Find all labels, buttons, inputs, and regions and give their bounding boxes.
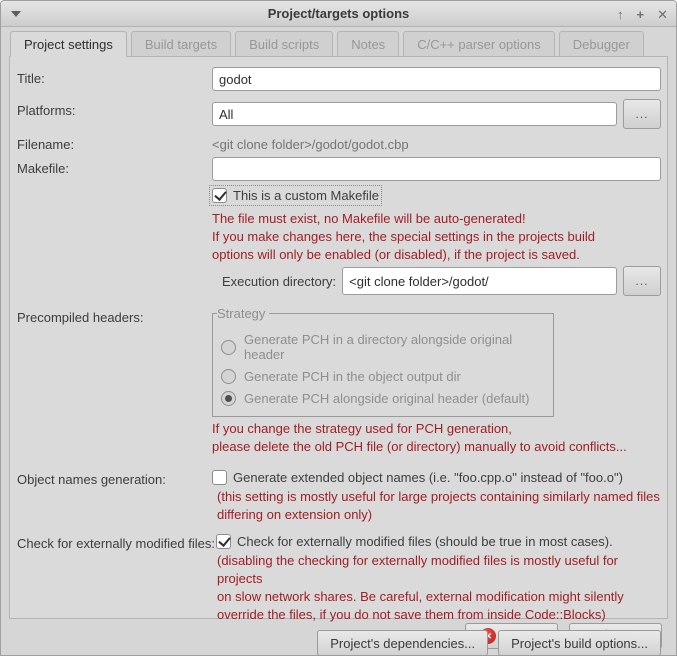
title-label: Title: (17, 67, 212, 86)
pch-radio-object-output: Generate PCH in the object output dir (221, 369, 543, 384)
external-check-checkbox-label: Check for externally modified files (sho… (237, 534, 613, 549)
window-menu-icon[interactable] (11, 11, 21, 17)
pch-radio-alongside-default-label: Generate PCH alongside original header (… (244, 391, 529, 406)
makefile-label: Makefile: (17, 157, 212, 176)
pch-radio-object-output-label: Generate PCH in the object output dir (244, 369, 461, 384)
custom-makefile-checkbox[interactable]: This is a custom Makefile (212, 188, 379, 203)
window-title: Project/targets options (268, 6, 410, 21)
project-build-options-button[interactable]: Project's build options... (498, 630, 661, 656)
filename-value: <git clone folder>/godot/godot.cbp (212, 133, 661, 152)
makefile-warning-text: The file must exist, no Makefile will be… (212, 210, 661, 264)
pch-radio-directory-alongside-label: Generate PCH in a directory alongside or… (244, 332, 543, 362)
precompiled-headers-label: Precompiled headers: (17, 306, 212, 325)
execution-directory-input[interactable] (342, 267, 617, 295)
pch-warning-text: If you change the strategy used for PCH … (212, 420, 661, 456)
makefile-input[interactable] (212, 157, 661, 181)
custom-makefile-checkbox-label: This is a custom Makefile (233, 188, 379, 203)
custom-makefile-checkbox-box[interactable] (212, 188, 227, 203)
object-names-note: (this setting is mostly useful for large… (217, 488, 661, 524)
title-input[interactable] (212, 67, 661, 91)
filename-label: Filename: (17, 133, 212, 152)
object-names-label: Object names generation: (17, 468, 212, 487)
platforms-input[interactable] (212, 102, 617, 126)
platforms-label: Platforms: (17, 99, 212, 118)
pch-strategy-group-label: Strategy (217, 306, 269, 321)
tab-cpp-parser-options[interactable]: C/C++ parser options (403, 31, 555, 57)
execution-directory-browse-button[interactable]: ... (623, 266, 661, 296)
external-check-checkbox-box[interactable] (216, 534, 231, 549)
extended-object-names-checkbox[interactable]: Generate extended object names (i.e. "fo… (212, 468, 661, 485)
pch-radio-alongside-default: Generate PCH alongside original header (… (221, 391, 543, 406)
pch-radio-alongside-default-button (221, 391, 236, 406)
project-settings-page: Title: Platforms: ... Filename: <git clo… (9, 56, 668, 619)
external-check-label: Check for externally modified files: (17, 532, 216, 551)
pch-radio-object-output-button (221, 369, 236, 384)
maximize-icon[interactable]: + (637, 8, 645, 21)
tab-build-targets[interactable]: Build targets (131, 31, 231, 57)
external-check-note: (disabling the checking for externally m… (217, 552, 661, 624)
extended-object-names-checkbox-box[interactable] (212, 470, 227, 485)
pch-radio-directory-alongside: Generate PCH in a directory alongside or… (221, 332, 543, 362)
tab-project-settings[interactable]: Project settings (10, 31, 127, 57)
shade-icon[interactable]: ↑ (617, 8, 624, 21)
close-icon[interactable]: ✕ (657, 8, 668, 21)
extended-object-names-checkbox-label: Generate extended object names (i.e. "fo… (233, 470, 623, 485)
titlebar: Project/targets options ↑ + ✕ (1, 1, 676, 27)
tab-debugger[interactable]: Debugger (559, 31, 644, 57)
project-dependencies-button[interactable]: Project's dependencies... (317, 630, 488, 656)
tab-bar: Project settings Build targets Build scr… (1, 27, 676, 56)
pch-strategy-group: Strategy Generate PCH in a directory alo… (212, 306, 554, 417)
pch-radio-directory-alongside-button (221, 340, 236, 355)
execution-directory-label: Execution directory: (222, 274, 336, 289)
external-check-checkbox[interactable]: Check for externally modified files (sho… (216, 532, 661, 549)
platforms-browse-button[interactable]: ... (623, 99, 661, 129)
tab-build-scripts[interactable]: Build scripts (235, 31, 333, 57)
tab-notes[interactable]: Notes (337, 31, 399, 57)
project-targets-options-dialog: Project/targets options ↑ + ✕ Project se… (0, 0, 677, 656)
